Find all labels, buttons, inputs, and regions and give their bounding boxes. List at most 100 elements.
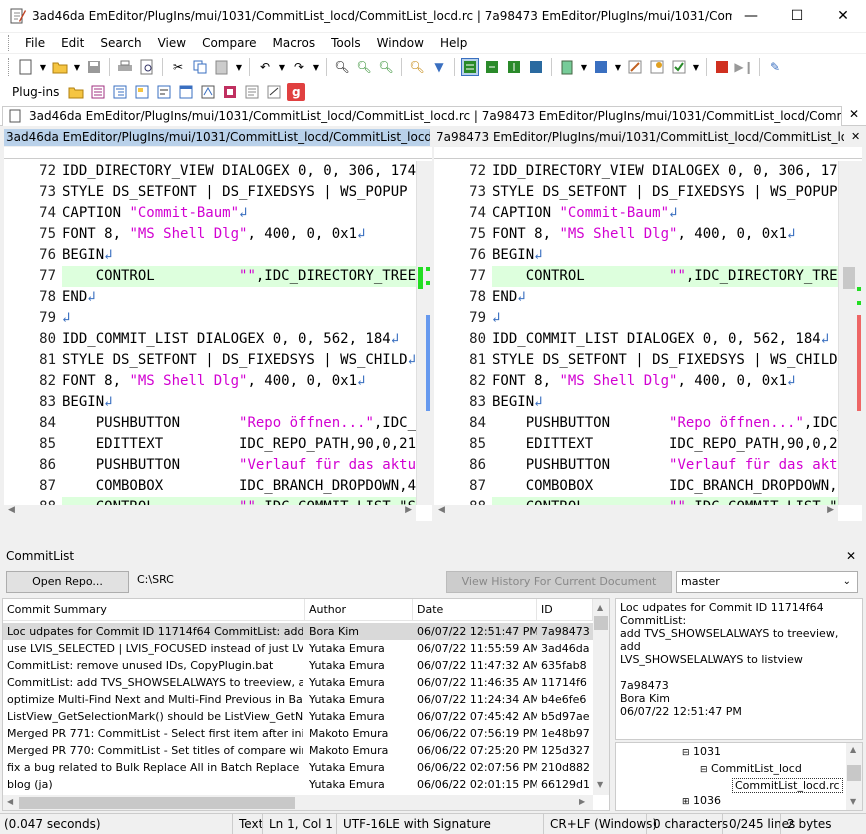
print-icon[interactable] bbox=[116, 58, 134, 76]
right-vertical-scrollbar[interactable] bbox=[838, 161, 862, 505]
code-line[interactable]: 82 FONT 8, "MS Shell Dlg", 400, 0, 0x1↲ bbox=[434, 371, 838, 392]
scroll-left-icon[interactable]: ◀ bbox=[438, 505, 445, 515]
new-file-icon[interactable] bbox=[17, 58, 35, 76]
menu-view[interactable]: View bbox=[150, 36, 194, 50]
commit-list[interactable]: Commit Summary Author Date ID Loc udpate… bbox=[2, 598, 610, 811]
commit-row[interactable]: CommitList: remove unused IDs, CopyPlugi… bbox=[3, 657, 593, 674]
charmap-plugin-icon[interactable] bbox=[89, 83, 107, 101]
code-line[interactable]: 80 IDD_COMMIT_LIST DIALOGEX 0, 0, 562, 18… bbox=[434, 329, 838, 350]
find-previous-icon[interactable]: 🔍︎ bbox=[377, 58, 395, 76]
find-next-icon[interactable]: 🔍︎ bbox=[355, 58, 373, 76]
snippets-plugin-icon[interactable] bbox=[155, 83, 173, 101]
close-button[interactable]: ✕ bbox=[820, 0, 866, 32]
left-pane-tab[interactable]: 3ad46da EmEditor/PlugIns/mui/1031/Commit… bbox=[4, 129, 430, 146]
commit-row[interactable]: blog (ja) Yutaka Emura 06/06/22 02:01:15 P… bbox=[3, 776, 593, 793]
cut-icon[interactable]: ✂ bbox=[169, 58, 187, 76]
tree-expander-icon[interactable]: ⊟ bbox=[682, 748, 690, 758]
code-line[interactable]: 73 STYLE DS_SETFONT | DS_FIXEDSYS | WS_PO… bbox=[434, 182, 838, 203]
code-line[interactable]: 79 ↲ bbox=[4, 308, 416, 329]
column-header-summary[interactable]: Commit Summary bbox=[3, 599, 305, 621]
scroll-down-icon[interactable]: ▼ bbox=[597, 780, 603, 789]
menu-help[interactable]: Help bbox=[432, 36, 475, 50]
dropdown-arrow-icon[interactable]: ▼ bbox=[312, 58, 320, 76]
outline-plugin-icon[interactable] bbox=[111, 83, 129, 101]
menu-compare[interactable]: Compare bbox=[194, 36, 264, 50]
view-history-button[interactable]: View History For Current Document bbox=[446, 571, 672, 593]
code-line[interactable]: 75 FONT 8, "MS Shell Dlg", 400, 0, 0x1↲ bbox=[4, 224, 416, 245]
git-plugin-icon[interactable]: g bbox=[287, 83, 306, 101]
scroll-down-icon[interactable]: ▼ bbox=[850, 797, 856, 806]
dropdown-arrow-icon[interactable]: ▼ bbox=[614, 58, 622, 76]
tree-expander-icon[interactable]: ⊞ bbox=[682, 797, 690, 807]
properties-icon[interactable] bbox=[648, 58, 666, 76]
code-line[interactable]: 77 CONTROL "",IDC_DIRECTORY_TREE, bbox=[434, 266, 838, 287]
dropdown-arrow-icon[interactable]: ▼ bbox=[278, 58, 286, 76]
dropdown-arrow-icon[interactable]: ▼ bbox=[692, 58, 700, 76]
projects-plugin-icon[interactable] bbox=[133, 83, 151, 101]
tree-item-1031[interactable]: ⊟ 1031 bbox=[682, 745, 721, 758]
next-difference-icon[interactable] bbox=[483, 58, 501, 76]
commit-list-vscroll[interactable]: ▲ ▼ bbox=[593, 599, 609, 795]
tree-expander-icon[interactable]: ⊟ bbox=[700, 765, 708, 775]
commit-row[interactable]: Merged PR 771: CommitList - Select first… bbox=[3, 725, 593, 742]
word-complete-plugin-icon[interactable] bbox=[199, 83, 217, 101]
scroll-right-icon[interactable]: ▶ bbox=[827, 505, 834, 515]
commit-row[interactable]: Loc udpates for Commit ID 11714f64 Commi… bbox=[3, 623, 593, 640]
scrollbar-thumb[interactable] bbox=[418, 267, 423, 289]
commit-row[interactable]: Merged PR 770: CommitList - Set titles o… bbox=[3, 742, 593, 759]
scrollbar-thumb[interactable] bbox=[19, 797, 295, 809]
left-horizontal-scrollbar[interactable]: ◀ ▶ bbox=[4, 505, 416, 521]
commit-row[interactable]: use LVIS_SELECTED | LVIS_FOCUSED instead… bbox=[3, 640, 593, 657]
code-line[interactable]: 85 EDITTEXT IDC_REPO_PATH,90,0,210 bbox=[4, 434, 416, 455]
filter-icon[interactable]: ▼ bbox=[430, 58, 448, 76]
macro-icon[interactable] bbox=[592, 58, 610, 76]
left-vertical-scrollbar[interactable] bbox=[416, 161, 432, 505]
commit-row[interactable]: optimize Multi-Find Next and Multi-Find … bbox=[3, 691, 593, 708]
code-line[interactable]: 78 END↲ bbox=[4, 287, 416, 308]
right-code-area[interactable]: 72 IDD_DIRECTORY_VIEW DIALOGEX 0, 0, 306,… bbox=[434, 161, 838, 521]
commit-detail-panel[interactable]: Loc udpates for Commit ID 11714f64 Commi… bbox=[615, 598, 863, 740]
code-line[interactable]: 79 ↲ bbox=[434, 308, 838, 329]
menu-search[interactable]: Search bbox=[92, 36, 149, 50]
commitlist-close-icon[interactable]: ✕ bbox=[846, 549, 856, 563]
menu-macros[interactable]: Macros bbox=[265, 36, 324, 50]
code-line[interactable]: 86 PUSHBUTTON "Verlauf für das aktue bbox=[4, 455, 416, 476]
menu-file[interactable]: File bbox=[17, 36, 53, 50]
code-line[interactable]: 77 CONTROL "",IDC_DIRECTORY_TREE, bbox=[4, 266, 416, 287]
code-line[interactable]: 86 PUSHBUTTON "Verlauf für das aktue bbox=[434, 455, 838, 476]
code-line[interactable]: 80 IDD_COMMIT_LIST DIALOGEX 0, 0, 562, 18… bbox=[4, 329, 416, 350]
document-tab[interactable]: 3ad46da EmEditor/PlugIns/mui/1031/Commit… bbox=[2, 106, 842, 126]
commit-row[interactable]: CommitList: add TVS_SHOWSELALWAYS to tre… bbox=[3, 674, 593, 691]
maximize-button[interactable]: ☐ bbox=[774, 0, 820, 32]
html-bar-plugin-icon[interactable] bbox=[221, 83, 239, 101]
find-icon[interactable]: 🔍︎ bbox=[333, 58, 351, 76]
code-line[interactable]: 87 COMBOBOX IDC_BRANCH_DROPDOWN,438 bbox=[4, 476, 416, 497]
print-preview-icon[interactable] bbox=[138, 58, 156, 76]
tree-item-commitlist-locd[interactable]: ⊟ CommitList_locd bbox=[700, 762, 802, 775]
code-line[interactable]: 83 BEGIN↲ bbox=[434, 392, 838, 413]
status-encoding[interactable]: UTF-16LE with Signature bbox=[336, 814, 491, 834]
column-header-date[interactable]: Date bbox=[413, 599, 537, 621]
repo-path-text[interactable]: C:\SRC bbox=[137, 573, 174, 586]
code-line[interactable]: 85 EDITTEXT IDC_REPO_PATH,90,0,210 bbox=[434, 434, 838, 455]
code-line[interactable]: 72 IDD_DIRECTORY_VIEW DIALOGEX 0, 0, 306,… bbox=[434, 161, 838, 182]
code-line[interactable]: 84 PUSHBUTTON "Repo öffnen...",IDC_OP bbox=[4, 413, 416, 434]
column-header-author[interactable]: Author bbox=[305, 599, 413, 621]
menu-edit[interactable]: Edit bbox=[53, 36, 92, 50]
file-tree[interactable]: ⊟ 1031 ⊟ CommitList_locd CommitList_locd… bbox=[615, 742, 863, 811]
scroll-left-icon[interactable]: ◀ bbox=[7, 797, 13, 806]
customize-icon[interactable] bbox=[626, 58, 644, 76]
dropdown-arrow-icon[interactable]: ▼ bbox=[39, 58, 47, 76]
code-line[interactable]: 83 BEGIN↲ bbox=[4, 392, 416, 413]
code-line[interactable]: 81 STYLE DS_SETFONT | DS_FIXEDSYS | WS_CH… bbox=[434, 350, 838, 371]
tree-item-commitlist-locd-rc[interactable]: CommitList_locd.rc bbox=[732, 778, 843, 793]
code-line[interactable]: 74 CAPTION "Commit-Baum"↲ bbox=[434, 203, 838, 224]
dropdown-arrow-icon[interactable]: ▼ bbox=[235, 58, 243, 76]
scroll-up-icon[interactable]: ▲ bbox=[850, 745, 856, 754]
code-line[interactable]: 81 STYLE DS_SETFONT | DS_FIXEDSYS | WS_CH… bbox=[4, 350, 416, 371]
code-line[interactable]: 76 BEGIN↲ bbox=[4, 245, 416, 266]
copy-icon[interactable] bbox=[191, 58, 209, 76]
code-line[interactable]: 82 FONT 8, "MS Shell Dlg", 400, 0, 0x1↲ bbox=[4, 371, 416, 392]
code-line[interactable]: 78 END↲ bbox=[434, 287, 838, 308]
code-line[interactable]: 84 PUSHBUTTON "Repo öffnen...",IDC_OP bbox=[434, 413, 838, 434]
